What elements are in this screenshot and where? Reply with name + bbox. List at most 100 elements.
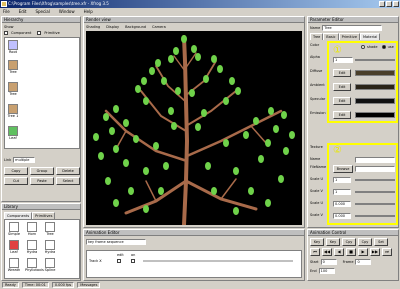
library-item-spline[interactable]: Spline (43, 258, 57, 272)
menu-camera[interactable]: Camera (152, 24, 166, 30)
menu-file[interactable]: File (3, 8, 10, 15)
copy-button[interactable]: Copy (4, 167, 28, 175)
use-label: use (387, 45, 394, 49)
fast-forward-icon[interactable]: ⏭ (382, 248, 392, 256)
tab-primitives[interactable]: Primitives (32, 212, 56, 219)
alpha-slider[interactable] (355, 59, 395, 61)
annotation-1: ① (333, 45, 342, 56)
node-tree-2[interactable]: Tree (6, 82, 20, 96)
library-item-hydra[interactable]: Hydra (25, 240, 39, 254)
diffuse-edit-button[interactable]: Edit (333, 69, 351, 77)
render-canvas[interactable] (86, 31, 302, 225)
ambient-edit-button[interactable]: Edit (333, 83, 351, 91)
browse-button[interactable]: Browse (333, 165, 353, 173)
library-item-simple[interactable]: Simple (7, 222, 21, 236)
animation-control-title: Animation Control (308, 230, 398, 236)
tab-material[interactable]: Material (360, 33, 381, 40)
tab-components[interactable]: Components (4, 212, 33, 219)
library-item-tree[interactable]: Tree (43, 222, 57, 236)
show-label: Show (4, 25, 14, 29)
start-field[interactable]: 0 (320, 259, 337, 265)
paste-button[interactable]: Paste (30, 177, 54, 185)
tab-tree[interactable]: Tree (310, 33, 324, 40)
track-area[interactable]: Track X edit on (86, 250, 302, 278)
specular-edit-button[interactable]: Edit (333, 97, 351, 105)
leaf-icon (9, 240, 19, 250)
copy-key-button[interactable]: Cpy (342, 238, 356, 246)
delete-button[interactable]: Delete (56, 167, 80, 175)
tex-row-3-field[interactable]: 0.000 (333, 201, 351, 207)
tex-row-3-slider[interactable] (355, 203, 395, 205)
emission-label: Emission (310, 111, 326, 115)
library-item-tree-label: Tree (46, 232, 54, 236)
node-root[interactable]: Root (6, 40, 20, 54)
tab-primitive[interactable]: Primitive (338, 33, 360, 40)
frame-field[interactable]: 0 (355, 259, 372, 265)
key-button-2[interactable]: Key (326, 238, 340, 246)
library-item-leaf[interactable]: Leaf (7, 240, 21, 254)
edit-checkbox[interactable] (117, 259, 121, 263)
library-item-horn[interactable]: Horn (25, 222, 39, 236)
node-tree[interactable]: Tree (6, 60, 20, 74)
phyllotaxis-icon (27, 258, 37, 268)
parameter-editor-panel: Parameter Editor Name Tree Tree Basic Pr… (307, 16, 399, 228)
tex-row-4-slider[interactable] (355, 215, 395, 217)
name-field[interactable]: Tree (322, 25, 383, 31)
node-leaf[interactable]: Leaf (6, 126, 20, 140)
group-button[interactable]: Group (30, 167, 54, 175)
primitive-checkbox[interactable] (37, 31, 42, 35)
hierarchy-title: Hierarchy (2, 17, 80, 23)
track-label: Track X (89, 259, 102, 263)
maximize-button[interactable] (386, 1, 392, 7)
minimize-button[interactable] (379, 1, 385, 7)
library-item-phyllotaxis[interactable]: Phyllotaxis (25, 258, 44, 272)
menu-special[interactable]: Special (35, 8, 49, 15)
keyframe-sequence-field[interactable]: key frame sequence (86, 239, 146, 245)
on-checkbox[interactable] (131, 259, 135, 263)
library-item-phyllotaxis-label: Phyllotaxis (25, 268, 44, 272)
set-button[interactable]: Set (374, 238, 388, 246)
texture-highlight-box: ② Browse 1 1 0.000 0.000 (327, 143, 398, 225)
rewind-icon[interactable]: ⏮ (310, 248, 320, 256)
shade-radio[interactable] (361, 45, 365, 49)
stop-icon[interactable]: ■ (346, 248, 356, 256)
edit-label: edit (117, 253, 124, 257)
tex-row-1-field[interactable]: 1 (333, 177, 351, 183)
diffuse-swatch (355, 70, 395, 76)
library-item-hydra-2[interactable]: Hydra (43, 240, 57, 254)
component-checkbox[interactable] (4, 31, 8, 35)
track-timeline[interactable] (143, 260, 293, 262)
menu-help[interactable]: Help (84, 8, 93, 15)
play-icon[interactable]: ▶ (358, 248, 368, 256)
menu-background[interactable]: Background (125, 24, 146, 30)
filename-field[interactable] (355, 166, 395, 172)
use-radio[interactable] (381, 45, 386, 49)
texture-label: Texture (310, 145, 323, 149)
close-button[interactable] (393, 1, 399, 7)
node-tree-1[interactable]: Tree 1 (6, 104, 20, 118)
select-button[interactable]: Select (56, 177, 80, 185)
menu-shading[interactable]: Shading (86, 24, 100, 30)
menu-window[interactable]: Window (59, 8, 75, 15)
cut-button[interactable]: Cut (4, 177, 28, 185)
emission-edit-button[interactable]: Edit (333, 111, 351, 119)
copy-key-button-2[interactable]: Cpy (358, 238, 372, 246)
library-item-wreath[interactable]: Wreath (7, 258, 21, 272)
tree-icon (8, 60, 18, 70)
tex-row-2-slider[interactable] (355, 191, 395, 193)
texture-name-field[interactable] (355, 157, 395, 163)
key-button[interactable]: Key (310, 238, 324, 246)
hierarchy-tree[interactable]: Root Tree Tree Tree 1 Leaf (4, 37, 80, 149)
tex-row-2-field[interactable]: 1 (333, 189, 351, 195)
step-back-icon[interactable]: ◀◀ (322, 248, 332, 256)
menu-display[interactable]: Display (106, 24, 119, 30)
tex-row-1-slider[interactable] (355, 179, 395, 181)
tab-basic[interactable]: Basic (323, 33, 339, 40)
step-forward-icon[interactable]: ▶▶ (370, 248, 380, 256)
tex-row-4-field[interactable]: 0.000 (333, 213, 351, 219)
alpha-field[interactable]: 1 (333, 57, 353, 63)
link-select[interactable]: multiple (13, 157, 36, 163)
end-field[interactable]: 100 (318, 268, 335, 274)
menu-edit[interactable]: Edit (19, 8, 27, 15)
play-back-icon[interactable]: ◀ (334, 248, 344, 256)
